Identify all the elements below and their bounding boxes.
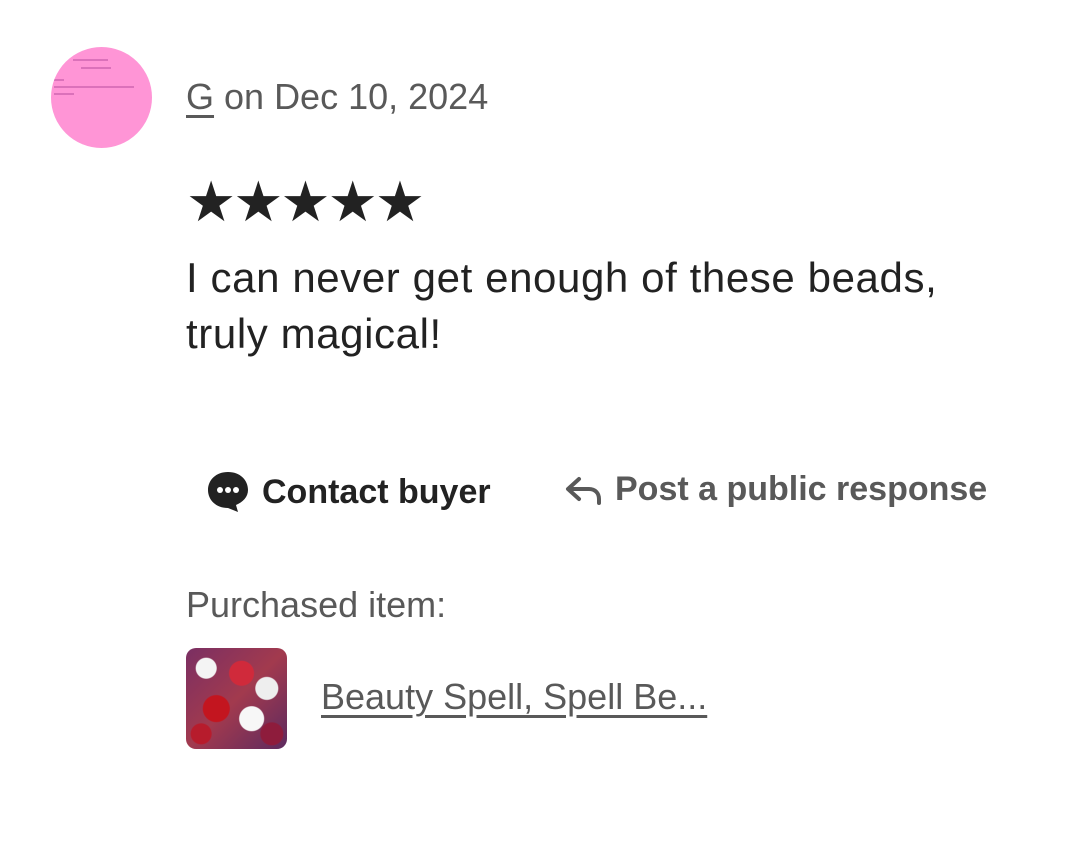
review-date: on Dec 10, 2024 — [214, 76, 489, 117]
chat-bubble-icon — [206, 470, 250, 514]
reviewer-name-link[interactable]: G — [186, 76, 214, 117]
purchased-item-link[interactable]: Beauty Spell, Spell Be... — [321, 676, 707, 718]
purchased-item-thumbnail[interactable] — [186, 648, 287, 749]
review-byline: G on Dec 10, 2024 — [186, 76, 488, 118]
contact-buyer-button[interactable]: Contact buyer — [206, 470, 491, 514]
avatar[interactable] — [51, 47, 152, 148]
purchased-item-label: Purchased item: — [186, 584, 447, 625]
contact-buyer-label: Contact buyer — [262, 472, 491, 511]
post-public-response-label: Post a public response — [615, 470, 988, 508]
review-text: I can never get enough of these beads, t… — [186, 254, 938, 357]
post-public-response-button[interactable]: Post a public response — [563, 470, 987, 509]
reply-arrow-icon — [563, 473, 603, 507]
star-rating: ★★★★★ — [186, 170, 425, 233]
